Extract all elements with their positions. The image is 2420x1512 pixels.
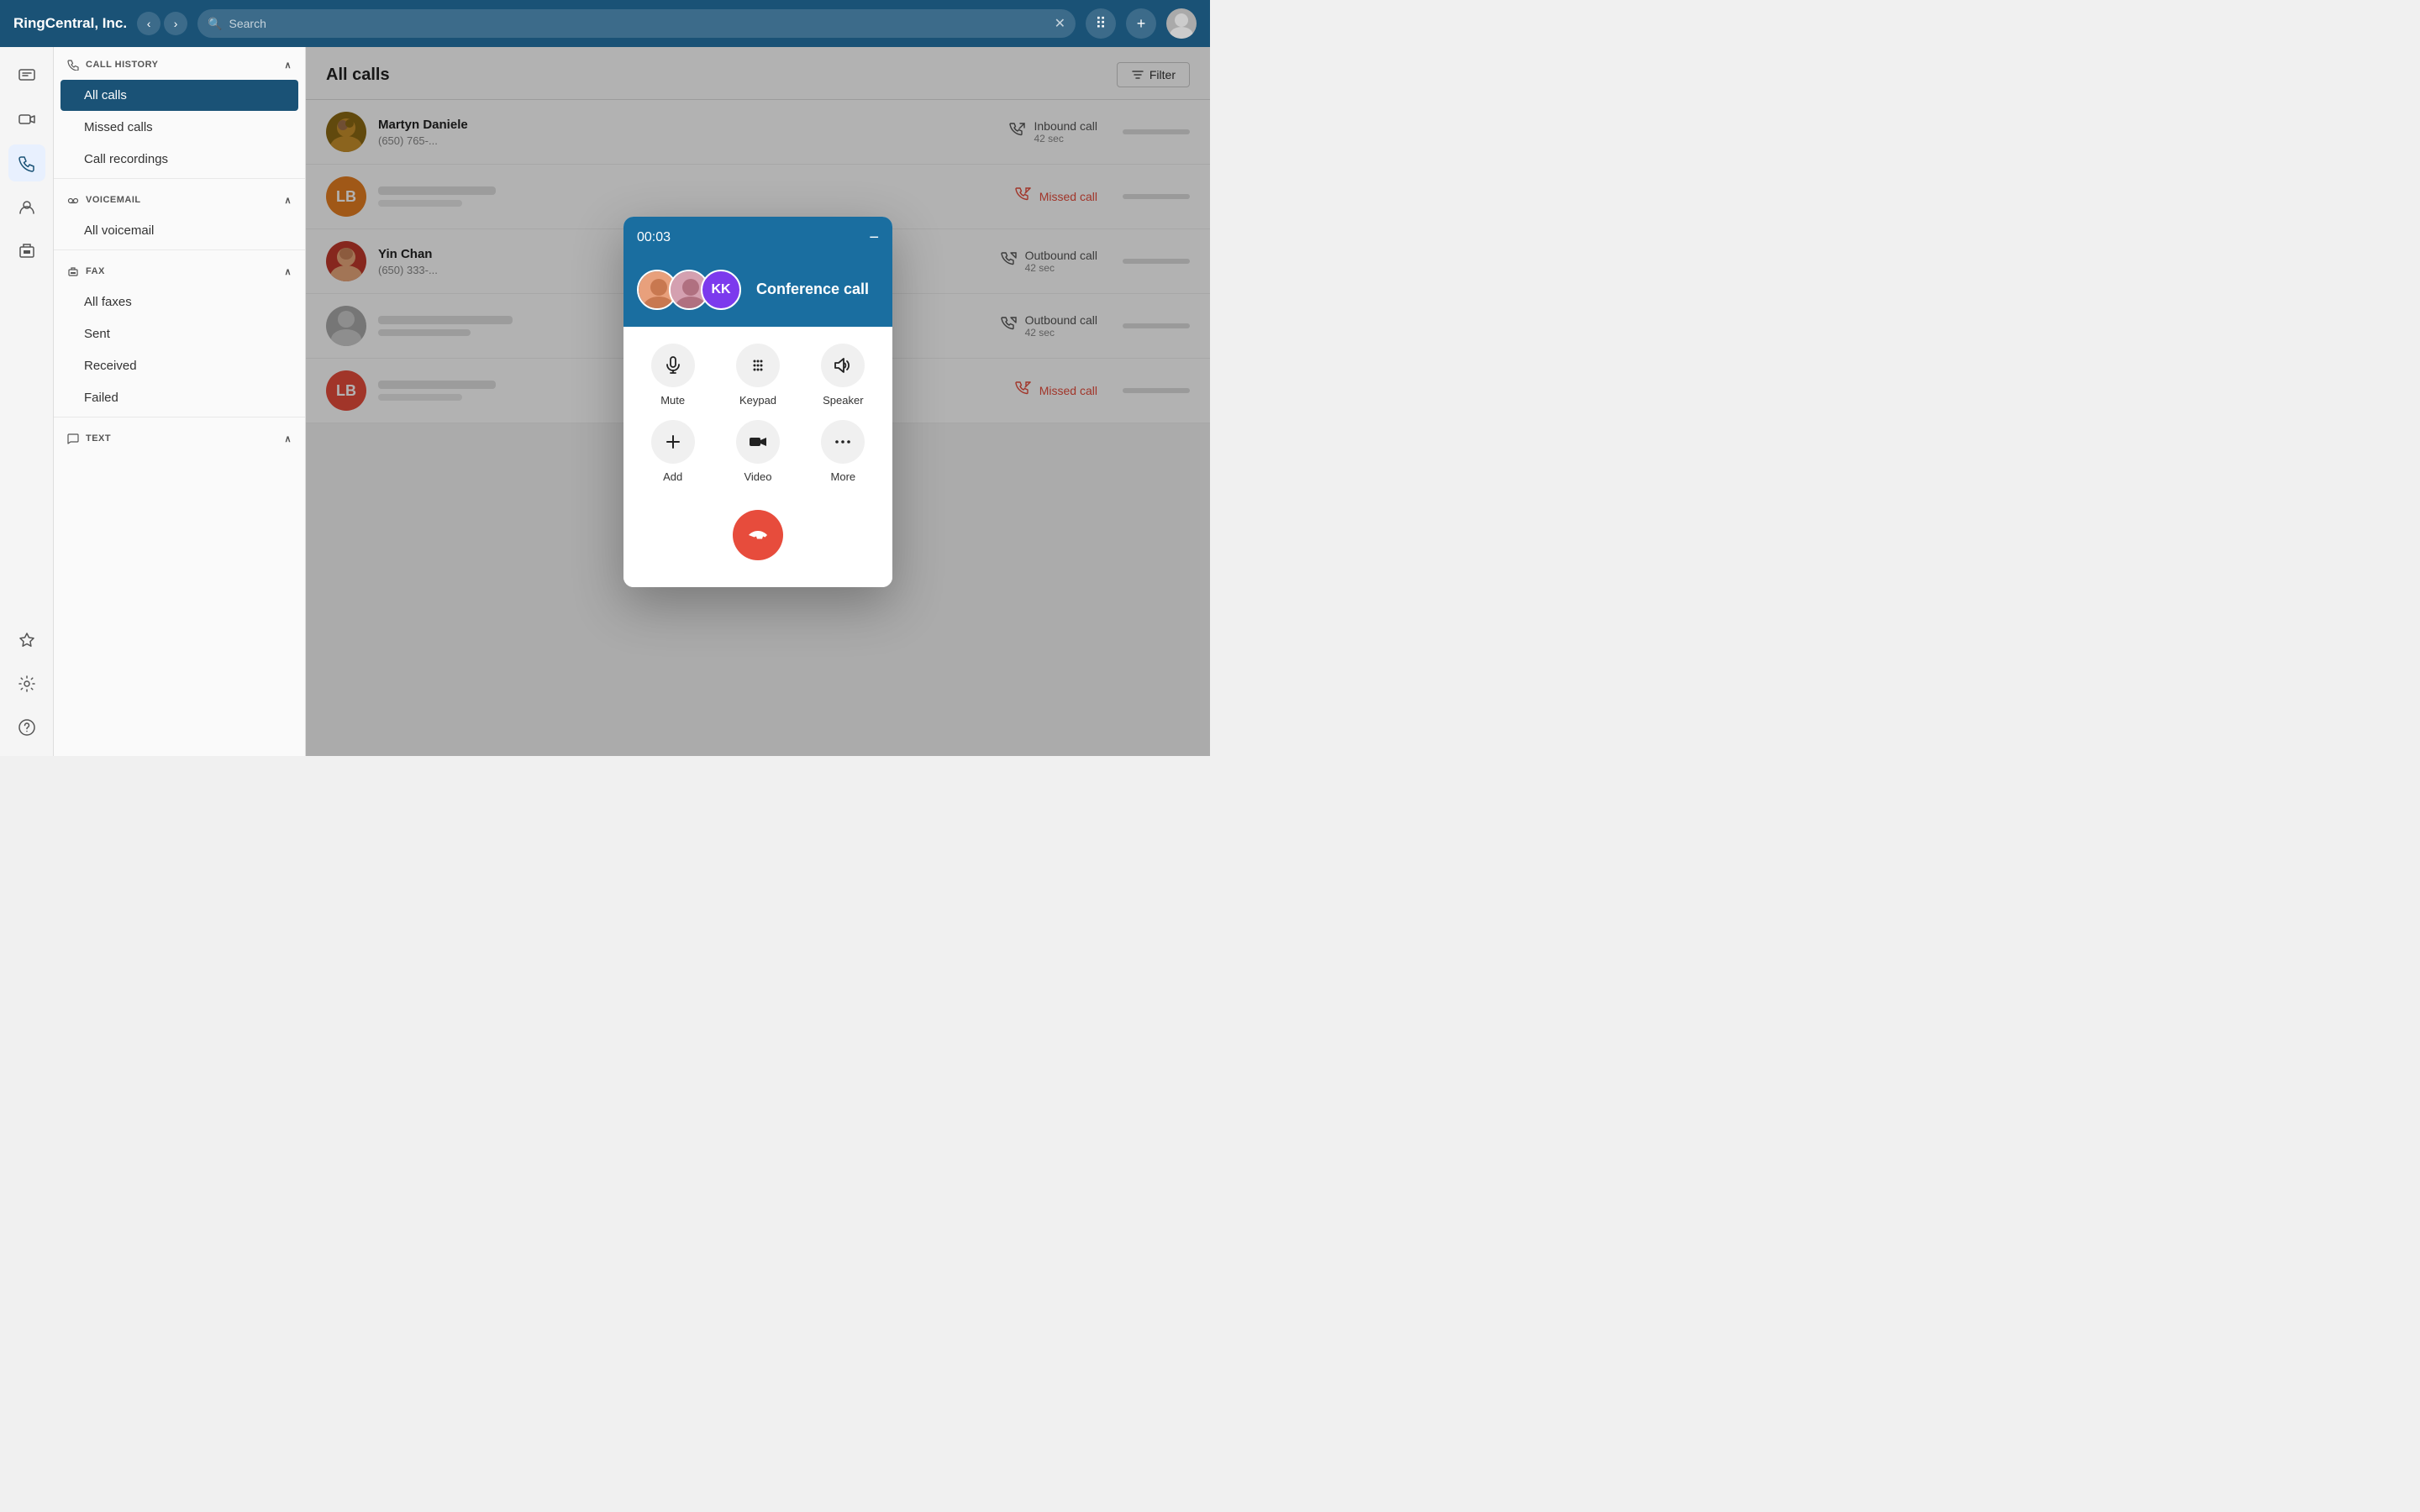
nav-call-recordings[interactable]: Call recordings	[60, 144, 298, 175]
fax-header-left: FAX	[67, 265, 105, 277]
add-button[interactable]: +	[1126, 8, 1156, 39]
video-icon	[736, 420, 780, 464]
video-control[interactable]: Video	[722, 420, 793, 483]
conference-call-label: Conference call	[756, 281, 869, 298]
search-clear-icon[interactable]: ✕	[1055, 15, 1065, 32]
modal-callers: KK Conference call	[623, 260, 892, 327]
apps-grid-button[interactable]: ⠿	[1086, 8, 1116, 39]
sidebar-messages-btn[interactable]	[8, 57, 45, 94]
user-avatar[interactable]	[1166, 8, 1197, 39]
hangup-area	[637, 503, 879, 570]
caller-avatar-3: KK	[701, 270, 741, 310]
sidebar-video-btn[interactable]	[8, 101, 45, 138]
video-label: Video	[744, 470, 771, 483]
voicemail-label: VOICEMAIL	[86, 195, 141, 205]
more-label: More	[831, 470, 856, 483]
caller-avatars: KK	[637, 270, 741, 310]
text-collapse-icon: ∧	[284, 433, 292, 444]
sidebar-fax-btn[interactable]	[8, 232, 45, 269]
icon-sidebar	[0, 47, 54, 756]
modal-controls: Mute Keypad	[637, 344, 879, 483]
mute-control[interactable]: Mute	[637, 344, 708, 407]
search-input[interactable]	[229, 17, 1048, 30]
search-bar: 🔍 ✕	[197, 9, 1076, 38]
left-panel: CALL HISTORY ∧ All calls Missed calls Ca…	[54, 47, 306, 756]
add-icon	[651, 420, 695, 464]
speaker-label: Speaker	[823, 394, 863, 407]
modal-header: 00:03 −	[623, 217, 892, 260]
nav-back-button[interactable]: ‹	[137, 12, 160, 35]
nav-fax-received[interactable]: Received	[60, 350, 298, 381]
nav-all-voicemail[interactable]: All voicemail	[60, 215, 298, 246]
fax-section-header[interactable]: FAX ∧	[54, 254, 305, 286]
settings-btn[interactable]	[8, 665, 45, 702]
keypad-icon	[736, 344, 780, 387]
sidebar-contacts-btn[interactable]	[8, 188, 45, 225]
keypad-control[interactable]: Keypad	[722, 344, 793, 407]
main-content: All calls Filter Martyn Daniele (650) 76…	[306, 47, 1210, 756]
mute-label: Mute	[660, 394, 685, 407]
nav-fax-failed[interactable]: Failed	[60, 382, 298, 413]
nav-all-faxes[interactable]: All faxes	[60, 286, 298, 318]
text-header-left: TEXT	[67, 433, 111, 444]
text-section-header[interactable]: TEXT ∧	[54, 421, 305, 453]
nav-fax-sent[interactable]: Sent	[60, 318, 298, 349]
help-btn[interactable]	[8, 709, 45, 746]
topbar-right: ⠿ +	[1086, 8, 1197, 39]
more-icon	[821, 420, 865, 464]
nav-buttons: ‹ ›	[137, 12, 187, 35]
nav-missed-calls[interactable]: Missed calls	[60, 112, 298, 143]
more-control[interactable]: More	[808, 420, 879, 483]
fax-label: FAX	[86, 266, 105, 276]
hangup-button[interactable]	[733, 510, 783, 560]
modal-body: Mute Keypad	[623, 327, 892, 587]
minimize-button[interactable]: −	[869, 228, 879, 248]
speaker-control[interactable]: Speaker	[808, 344, 879, 407]
nav-all-calls[interactable]: All calls	[60, 80, 298, 111]
nav-forward-button[interactable]: ›	[164, 12, 187, 35]
call-history-section-header[interactable]: CALL HISTORY ∧	[54, 47, 305, 79]
call-timer: 00:03	[637, 230, 671, 245]
voicemail-section-header[interactable]: VOICEMAIL ∧	[54, 182, 305, 214]
speaker-icon	[821, 344, 865, 387]
fax-collapse-icon: ∧	[284, 266, 292, 277]
search-icon: 🔍	[208, 17, 222, 31]
call-history-header-left: CALL HISTORY	[67, 59, 158, 71]
add-control[interactable]: Add	[637, 420, 708, 483]
sidebar-phone-btn[interactable]	[8, 144, 45, 181]
mute-icon	[651, 344, 695, 387]
keypad-label: Keypad	[739, 394, 776, 407]
call-history-collapse-icon: ∧	[284, 60, 292, 71]
text-label: TEXT	[86, 433, 111, 444]
add-label: Add	[663, 470, 682, 483]
voicemail-collapse-icon: ∧	[284, 195, 292, 206]
modal-overlay: 00:03 − KK Conference call	[306, 47, 1210, 756]
main-layout: CALL HISTORY ∧ All calls Missed calls Ca…	[0, 47, 1210, 756]
call-history-label: CALL HISTORY	[86, 60, 158, 70]
sidebar-bottom	[8, 622, 45, 746]
topbar: RingCentral, Inc. ‹ › 🔍 ✕ ⠿ +	[0, 0, 1210, 47]
conference-call-modal: 00:03 − KK Conference call	[623, 217, 892, 587]
voicemail-header-left: VOICEMAIL	[67, 194, 141, 206]
app-title: RingCentral, Inc.	[13, 15, 127, 32]
extensions-btn[interactable]	[8, 622, 45, 659]
